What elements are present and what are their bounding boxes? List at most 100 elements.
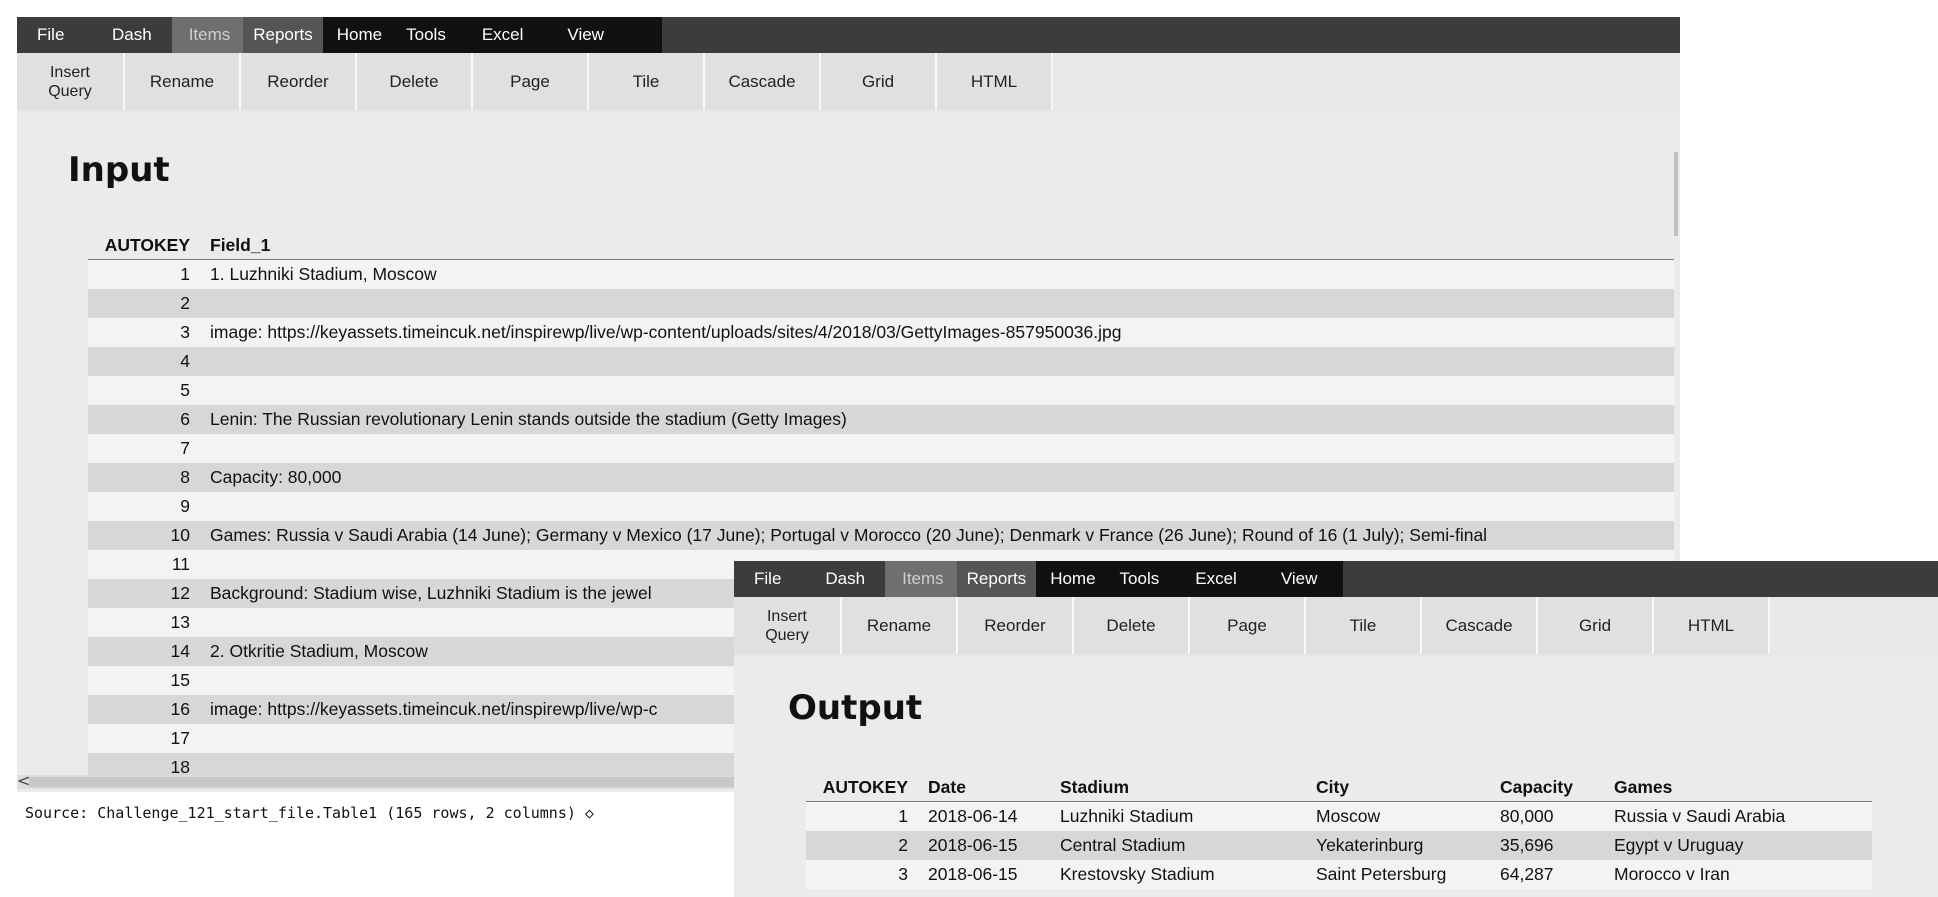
table-cell[interactable]: Moscow <box>1306 801 1490 831</box>
insert-query-button[interactable]: Insert Query <box>17 53 125 110</box>
reorder-button[interactable]: Reorder <box>241 53 357 110</box>
table-cell[interactable]: 2018-06-15 <box>918 860 1050 889</box>
menu-home[interactable]: Home <box>322 17 401 53</box>
row-key-cell[interactable]: 9 <box>88 492 200 521</box>
menu-home[interactable]: Home <box>1036 561 1114 597</box>
row-key-cell[interactable]: 3 <box>88 318 200 347</box>
menu-file[interactable]: File <box>17 17 78 53</box>
table-cell[interactable]: Egypt v Uruguay <box>1604 831 1872 860</box>
menu-dash[interactable]: Dash <box>805 561 885 597</box>
table-cell[interactable]: 80,000 <box>1490 801 1604 831</box>
menu-dash[interactable]: Dash <box>78 17 172 53</box>
table-cell[interactable]: Capacity: 80,000 <box>200 463 1679 492</box>
menu-file[interactable]: File <box>734 561 805 597</box>
row-key-cell[interactable]: 11 <box>88 550 200 579</box>
row-key-cell[interactable]: 4 <box>88 347 200 376</box>
table-row[interactable]: 1 1. Luzhniki Stadium, Moscow <box>88 259 1679 289</box>
column-header-autokey[interactable]: AUTOKEY <box>806 773 918 802</box>
column-header-stadium[interactable]: Stadium <box>1050 773 1306 802</box>
row-key-cell[interactable]: 3 <box>806 860 918 889</box>
table-cell[interactable]: 2018-06-14 <box>918 801 1050 831</box>
table-row[interactable]: 8 Capacity: 80,000 <box>88 463 1679 492</box>
grid-button[interactable]: Grid <box>821 53 937 110</box>
reorder-button[interactable]: Reorder <box>958 597 1074 654</box>
delete-button[interactable]: Delete <box>357 53 473 110</box>
table-cell[interactable] <box>200 434 1679 463</box>
column-header-field-1[interactable]: Field_1 <box>200 231 1679 260</box>
table-cell[interactable]: Saint Petersburg <box>1306 860 1490 889</box>
tile-button[interactable]: Tile <box>589 53 705 110</box>
row-key-cell[interactable]: 5 <box>88 376 200 405</box>
column-header-date[interactable]: Date <box>918 773 1050 802</box>
cascade-button[interactable]: Cascade <box>705 53 821 110</box>
menu-items[interactable]: Items <box>171 17 244 53</box>
column-header-autokey[interactable]: AUTOKEY <box>88 231 200 260</box>
cascade-button[interactable]: Cascade <box>1422 597 1538 654</box>
table-cell[interactable]: Krestovsky Stadium <box>1050 860 1306 889</box>
row-key-cell[interactable]: 7 <box>88 434 200 463</box>
table-row[interactable]: 3 2018-06-15 Krestovsky Stadium Saint Peter… <box>806 860 1872 889</box>
menu-excel[interactable]: Excel <box>1175 561 1265 597</box>
table-cell[interactable]: Games: Russia v Saudi Arabia (14 June); … <box>200 521 1679 550</box>
table-cell[interactable] <box>200 347 1679 376</box>
table-cell[interactable]: 64,287 <box>1490 860 1604 889</box>
row-key-cell[interactable]: 14 <box>88 637 200 666</box>
table-row[interactable]: 7 <box>88 434 1679 463</box>
row-key-cell[interactable]: 6 <box>88 405 200 434</box>
table-cell[interactable] <box>200 289 1679 318</box>
table-cell[interactable]: Central Stadium <box>1050 831 1306 860</box>
grid-button[interactable]: Grid <box>1538 597 1654 654</box>
vertical-scroll-thumb[interactable] <box>1674 152 1678 236</box>
table-cell[interactable]: Luzhniki Stadium <box>1050 801 1306 831</box>
html-button[interactable]: HTML <box>937 53 1053 110</box>
table-cell[interactable]: Yekaterinburg <box>1306 831 1490 860</box>
row-key-cell[interactable]: 1 <box>88 259 200 289</box>
table-cell[interactable]: image: https://keyassets.timeincuk.net/i… <box>200 318 1679 347</box>
menu-view[interactable]: View <box>1264 561 1344 597</box>
table-row[interactable]: 3 image: https://keyassets.timeincuk.net/… <box>88 318 1679 347</box>
row-key-cell[interactable]: 16 <box>88 695 200 724</box>
table-cell[interactable]: Morocco v Iran <box>1604 860 1872 889</box>
rename-button[interactable]: Rename <box>842 597 958 654</box>
table-row[interactable]: 4 <box>88 347 1679 376</box>
row-key-cell[interactable]: 8 <box>88 463 200 492</box>
menu-tools[interactable]: Tools <box>1113 561 1176 597</box>
row-key-cell[interactable]: 17 <box>88 724 200 753</box>
table-row[interactable]: 6 Lenin: The Russian revolutionary Lenin … <box>88 405 1679 434</box>
row-key-cell[interactable]: 1 <box>806 801 918 831</box>
table-cell[interactable]: Lenin: The Russian revolutionary Lenin s… <box>200 405 1679 434</box>
menu-view[interactable]: View <box>551 17 662 53</box>
menu-reports[interactable]: Reports <box>243 17 323 53</box>
table-row[interactable]: 1 2018-06-14 Luzhniki Stadium Moscow 80,000 R… <box>806 801 1872 831</box>
menu-excel[interactable]: Excel <box>461 17 552 53</box>
column-header-games[interactable]: Games <box>1604 773 1872 802</box>
column-header-capacity[interactable]: Capacity <box>1490 773 1604 802</box>
rename-button[interactable]: Rename <box>125 53 241 110</box>
tile-button[interactable]: Tile <box>1306 597 1422 654</box>
row-key-cell[interactable]: 2 <box>88 289 200 318</box>
page-button[interactable]: Page <box>1190 597 1306 654</box>
menu-reports[interactable]: Reports <box>956 561 1037 597</box>
page-button[interactable]: Page <box>473 53 589 110</box>
table-row[interactable]: 2 2018-06-15 Central Stadium Yekaterinburg 3… <box>806 831 1872 860</box>
table-cell[interactable] <box>200 376 1679 405</box>
table-cell[interactable]: Russia v Saudi Arabia <box>1604 801 1872 831</box>
menu-items[interactable]: Items <box>885 561 957 597</box>
column-header-city[interactable]: City <box>1306 773 1490 802</box>
table-cell[interactable]: 1. Luzhniki Stadium, Moscow <box>200 259 1679 289</box>
row-key-cell[interactable]: 12 <box>88 579 200 608</box>
insert-query-button[interactable]: Insert Query <box>734 597 842 654</box>
table-cell[interactable]: 35,696 <box>1490 831 1604 860</box>
row-key-cell[interactable]: 10 <box>88 521 200 550</box>
row-key-cell[interactable]: 15 <box>88 666 200 695</box>
table-row[interactable]: 9 <box>88 492 1679 521</box>
menu-tools[interactable]: Tools <box>400 17 462 53</box>
table-row[interactable]: 2 <box>88 289 1679 318</box>
html-button[interactable]: HTML <box>1654 597 1770 654</box>
table-cell[interactable] <box>200 492 1679 521</box>
delete-button[interactable]: Delete <box>1074 597 1190 654</box>
table-row[interactable]: 5 <box>88 376 1679 405</box>
table-cell[interactable]: 2018-06-15 <box>918 831 1050 860</box>
table-row[interactable]: 10 Games: Russia v Saudi Arabia (14 June)… <box>88 521 1679 550</box>
row-key-cell[interactable]: 13 <box>88 608 200 637</box>
